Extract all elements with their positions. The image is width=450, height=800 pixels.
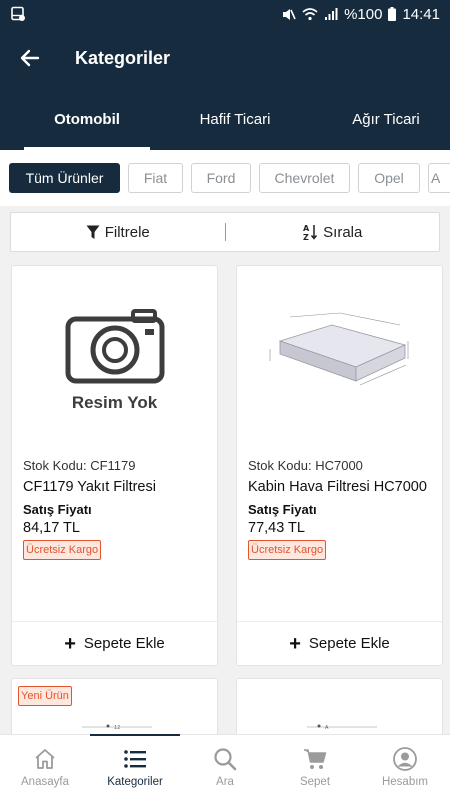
nav-categories[interactable]: Kategoriler xyxy=(90,734,180,800)
search-icon xyxy=(214,748,237,771)
category-tabs: Otomobil Hafif Ticari Ağır Ticari xyxy=(0,88,450,150)
nav-home[interactable]: Anasayfa xyxy=(0,735,90,800)
list-icon xyxy=(124,750,146,768)
product-image-placeholder: Resim Yok xyxy=(12,266,217,456)
mute-icon xyxy=(283,8,296,20)
no-image-text: Resim Yok xyxy=(71,393,158,412)
page-title: Kategoriler xyxy=(75,47,171,68)
wifi-icon xyxy=(302,8,318,21)
app-notification-icon xyxy=(11,6,25,21)
nav-cart-label: Sepet xyxy=(299,776,331,788)
product-image: 12 xyxy=(82,724,152,731)
back-button[interactable] xyxy=(2,28,58,88)
bottom-navigation: Anasayfa Kategoriler Ara Sepet Hesabım xyxy=(0,734,450,800)
sort-button[interactable]: A Z Sırala xyxy=(226,223,440,242)
tab-otomobil[interactable]: Otomobil xyxy=(24,88,150,150)
add-to-cart-button[interactable]: + Sepete Ekle xyxy=(12,621,217,665)
battery-level: %100 xyxy=(344,5,383,23)
nav-categories-label: Kategoriler xyxy=(107,776,163,788)
add-to-cart-label: Sepete Ekle xyxy=(83,635,165,652)
account-icon xyxy=(393,747,417,771)
chip-opel[interactable]: Opel xyxy=(358,163,420,193)
battery-icon xyxy=(388,7,397,21)
arrow-left-icon xyxy=(20,49,40,67)
add-to-cart-button[interactable]: + Sepete Ekle xyxy=(237,621,442,665)
filter-button[interactable]: Filtrele xyxy=(11,224,225,241)
filter-sort-bar: Filtrele A Z Sırala xyxy=(10,212,440,252)
plus-icon: + xyxy=(64,632,76,655)
chip-partial[interactable]: A xyxy=(428,163,450,193)
free-shipping-badge: Ücretsiz Kargo xyxy=(23,540,102,560)
free-shipping-badge: Ücretsiz Kargo xyxy=(248,540,327,560)
product-name: CF1179 Yakıt Filtresi xyxy=(23,479,156,495)
svg-text:A: A xyxy=(325,725,329,731)
filter-icon xyxy=(86,225,100,239)
clock: 14:41 xyxy=(402,5,440,23)
nav-search-label: Ara xyxy=(216,776,234,788)
cabin-filter-image xyxy=(269,312,408,386)
brand-filter-chips: Tüm Ürünler Fiat Ford Chevrolet Opel A xyxy=(0,150,450,206)
product-code: Stok Kodu: HC7000 xyxy=(248,458,363,473)
app-bar: Kategoriler xyxy=(0,28,450,88)
product-card[interactable]: Resim Yok Stok Kodu: CF1179 CF1179 Yakıt… xyxy=(11,265,218,666)
nav-cart[interactable]: Sepet xyxy=(270,735,360,800)
tab-hafif-ticari[interactable]: Hafif Ticari xyxy=(173,88,297,150)
product-price: 84,17 TL xyxy=(23,520,80,536)
price-label: Satış Fiyatı xyxy=(248,502,317,517)
product-name: Kabin Hava Filtresi HC7000 xyxy=(248,479,427,495)
svg-text:Z: Z xyxy=(303,233,309,241)
add-to-cart-label: Sepete Ekle xyxy=(308,635,390,652)
cart-icon xyxy=(304,749,327,769)
svg-text:A: A xyxy=(303,224,310,233)
product-image: A xyxy=(307,724,377,731)
signal-icon xyxy=(325,8,338,20)
product-code: Stok Kodu: CF1179 xyxy=(23,458,136,473)
home-icon xyxy=(35,749,55,769)
chip-fiat[interactable]: Fiat xyxy=(128,163,183,193)
nav-home-label: Anasayfa xyxy=(21,776,69,788)
chip-chevrolet[interactable]: Chevrolet xyxy=(259,163,350,193)
tab-agir-ticari[interactable]: Ağır Ticari xyxy=(322,88,450,150)
nav-account[interactable]: Hesabım xyxy=(360,735,450,800)
nav-account-label: Hesabım xyxy=(381,776,429,788)
svg-text:12: 12 xyxy=(114,725,120,731)
camera-icon xyxy=(65,309,164,384)
new-product-badge: Yeni Ürün xyxy=(18,686,72,706)
chip-tum-urunler[interactable]: Tüm Ürünler xyxy=(9,163,120,193)
nav-search[interactable]: Ara xyxy=(180,735,270,800)
sort-label: Sırala xyxy=(323,223,363,241)
plus-icon: + xyxy=(289,632,301,655)
status-bar: %100 14:41 xyxy=(0,0,450,28)
product-card[interactable]: Stok Kodu: HC7000 Kabin Hava Filtresi HC… xyxy=(236,265,443,666)
product-price: 77,43 TL xyxy=(248,520,305,536)
product-image xyxy=(237,266,442,456)
price-label: Satış Fiyatı xyxy=(23,502,92,517)
sort-alpha-icon: A Z xyxy=(303,224,318,241)
chip-ford[interactable]: Ford xyxy=(191,163,251,193)
filter-label: Filtrele xyxy=(104,223,150,241)
